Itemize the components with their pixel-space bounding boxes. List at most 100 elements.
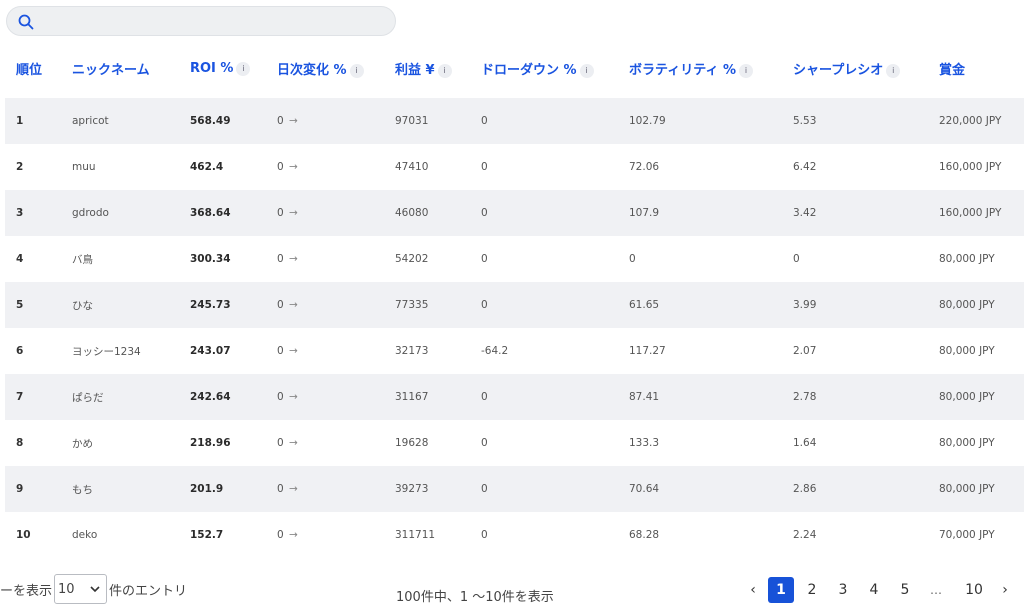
col-roi[interactable]: ROI % i bbox=[179, 48, 266, 88]
prize-cell: 80,000 JPY bbox=[939, 437, 995, 449]
daily-change-cell: 0 → bbox=[277, 483, 298, 495]
col-daily-change[interactable]: 日次変化 % i bbox=[266, 48, 384, 88]
sharpe-cell: 0 bbox=[793, 253, 800, 265]
profit-cell: 46080 bbox=[395, 207, 429, 219]
rank-cell: 3 bbox=[16, 207, 24, 219]
table-row: 5 ひな 245.73 0 → 77335 0 61.65 3.99 80,00… bbox=[5, 282, 1024, 328]
daily-change-cell: 0 → bbox=[277, 437, 298, 449]
table-row: 3 gdrodo 368.64 0 → 46080 0 107.9 3.42 1… bbox=[5, 190, 1024, 236]
profit-cell: 39273 bbox=[395, 483, 429, 495]
arrow-right-icon: → bbox=[289, 345, 298, 357]
show-suffix-label: 件のエントリ bbox=[109, 583, 188, 599]
volatility-cell: 117.27 bbox=[629, 345, 666, 357]
rank-cell: 4 bbox=[16, 253, 24, 265]
sharpe-cell: 2.78 bbox=[793, 391, 817, 403]
col-drawdown[interactable]: ドローダウン % i bbox=[470, 48, 618, 88]
prize-cell: 160,000 JPY bbox=[939, 207, 1002, 219]
profit-cell: 97031 bbox=[395, 115, 429, 127]
info-icon[interactable]: i bbox=[236, 61, 251, 76]
page-3-button[interactable]: 3 bbox=[830, 577, 856, 603]
arrow-right-icon: → bbox=[289, 437, 298, 449]
table-row: 1 apricot 568.49 0 → 97031 0 102.79 5.53… bbox=[5, 98, 1024, 144]
drawdown-cell: 0 bbox=[481, 161, 488, 173]
col-nickname[interactable]: ニックネーム bbox=[61, 48, 179, 88]
chevron-down-icon bbox=[90, 585, 100, 592]
search-bar[interactable] bbox=[6, 6, 396, 36]
col-prize[interactable]: 賞金 bbox=[928, 48, 1024, 88]
arrow-right-icon: → bbox=[289, 529, 298, 541]
table-row: 2 muu 462.4 0 → 47410 0 72.06 6.42 160,0… bbox=[5, 144, 1024, 190]
volatility-cell: 72.06 bbox=[629, 161, 660, 173]
rank-cell: 2 bbox=[16, 161, 24, 173]
sharpe-cell: 2.24 bbox=[793, 529, 817, 541]
nickname-cell: gdrodo bbox=[72, 207, 109, 219]
drawdown-cell: 0 bbox=[481, 207, 488, 219]
prize-cell: 220,000 JPY bbox=[939, 115, 1002, 127]
page-1-button[interactable]: 1 bbox=[768, 577, 794, 603]
daily-change-cell: 0 → bbox=[277, 391, 298, 403]
daily-change-cell: 0 → bbox=[277, 253, 298, 265]
col-sharpe[interactable]: シャープレシオ i bbox=[782, 48, 928, 88]
nickname-cell: かめ bbox=[72, 437, 93, 450]
rank-cell: 10 bbox=[16, 529, 31, 541]
rank-cell: 5 bbox=[16, 299, 24, 311]
roi-cell: 300.34 bbox=[190, 253, 231, 265]
table-row: 8 かめ 218.96 0 → 19628 0 133.3 1.64 80,00… bbox=[5, 420, 1024, 466]
prev-page-button[interactable]: ‹ bbox=[740, 582, 766, 598]
prize-cell: 70,000 JPY bbox=[939, 529, 995, 541]
arrow-right-icon: → bbox=[289, 207, 298, 219]
arrow-right-icon: → bbox=[289, 161, 298, 173]
nickname-cell: ヨッシー1234 bbox=[72, 345, 141, 358]
nickname-cell: もち bbox=[72, 483, 93, 496]
page-5-button[interactable]: 5 bbox=[892, 577, 918, 603]
info-icon[interactable]: i bbox=[739, 63, 753, 78]
arrow-right-icon: → bbox=[289, 253, 298, 265]
col-profit[interactable]: 利益 ¥ i bbox=[384, 48, 470, 88]
sharpe-cell: 5.53 bbox=[793, 115, 817, 127]
page-size-select[interactable]: 10 bbox=[54, 574, 108, 604]
daily-change-cell: 0 → bbox=[277, 207, 298, 219]
info-icon[interactable]: i bbox=[579, 63, 594, 78]
prize-cell: 80,000 JPY bbox=[939, 345, 995, 357]
drawdown-cell: 0 bbox=[481, 437, 488, 449]
next-page-button[interactable]: › bbox=[992, 582, 1018, 598]
nickname-cell: ぱらだ bbox=[72, 391, 104, 404]
page-10-button[interactable]: 10 bbox=[961, 577, 987, 603]
info-icon[interactable]: i bbox=[349, 63, 364, 78]
arrow-right-icon: → bbox=[289, 483, 298, 495]
roi-cell: 245.73 bbox=[190, 299, 231, 311]
prize-cell: 80,000 JPY bbox=[939, 483, 995, 495]
table-row: 4 バ鳥 300.34 0 → 54202 0 0 0 80,000 JPY bbox=[5, 236, 1024, 282]
search-icon bbox=[18, 14, 34, 30]
page-4-button[interactable]: 4 bbox=[861, 577, 887, 603]
roi-cell: 368.64 bbox=[190, 207, 231, 219]
profit-cell: 54202 bbox=[395, 253, 429, 265]
profit-cell: 47410 bbox=[395, 161, 429, 173]
drawdown-cell: 0 bbox=[481, 253, 488, 265]
leaderboard-table: 順位 ニックネーム ROI % i 日次変化 % i 利益 ¥ i ドローダウン % i… bbox=[5, 48, 1024, 558]
info-icon[interactable]: i bbox=[437, 63, 452, 78]
arrow-right-icon: → bbox=[289, 115, 298, 127]
nickname-cell: muu bbox=[72, 161, 96, 173]
table-row: 7 ぱらだ 242.64 0 → 31167 0 87.41 2.78 80,0… bbox=[5, 374, 1024, 420]
sharpe-cell: 3.99 bbox=[793, 299, 817, 311]
drawdown-cell: 0 bbox=[481, 299, 488, 311]
nickname-cell: apricot bbox=[72, 115, 109, 127]
table-header: 順位 ニックネーム ROI % i 日次変化 % i 利益 ¥ i ドローダウン % i… bbox=[5, 48, 1024, 88]
roi-cell: 242.64 bbox=[190, 391, 231, 403]
nickname-cell: バ鳥 bbox=[72, 253, 93, 266]
nickname-cell: deko bbox=[72, 529, 98, 541]
volatility-cell: 61.65 bbox=[629, 299, 660, 311]
info-icon[interactable]: i bbox=[886, 63, 901, 78]
col-volatility[interactable]: ボラティリティ % i bbox=[618, 48, 782, 88]
roi-cell: 462.4 bbox=[190, 161, 224, 173]
arrow-right-icon: → bbox=[289, 299, 298, 311]
page-2-button[interactable]: 2 bbox=[799, 577, 825, 603]
sharpe-cell: 2.07 bbox=[793, 345, 817, 357]
drawdown-cell: -64.2 bbox=[481, 345, 509, 357]
header-spacer bbox=[5, 88, 1024, 98]
col-rank[interactable]: 順位 bbox=[5, 48, 61, 88]
profit-cell: 31167 bbox=[395, 391, 429, 403]
pagination-ellipsis: … bbox=[930, 583, 942, 597]
table-row: 10 deko 152.7 0 → 311711 0 68.28 2.24 70… bbox=[5, 512, 1024, 558]
